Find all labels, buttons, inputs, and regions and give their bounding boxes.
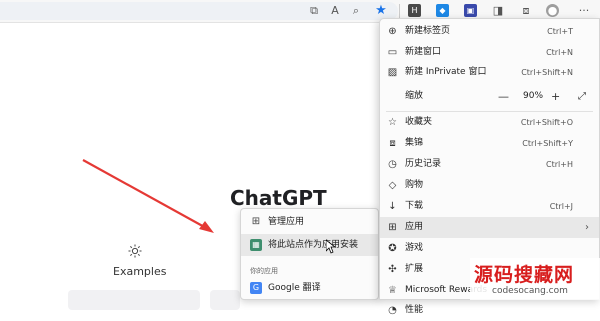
download-icon: ↓ xyxy=(388,201,397,212)
menu-item-apps[interactable]: ⊞ 应用 › xyxy=(380,217,599,238)
apps-grid-icon: ⊞ xyxy=(388,222,397,233)
extensions-puzzle-icon: ✣ xyxy=(388,264,397,275)
menu-item-downloads[interactable]: ↓ 下载 Ctrl+J xyxy=(380,196,599,217)
menu-item-favorites[interactable]: ☆ 收藏夹 Ctrl+Shift+O xyxy=(380,112,599,133)
new-window-icon: ▭ xyxy=(387,47,398,58)
chevron-right-icon: › xyxy=(585,222,589,233)
menu-item-collections[interactable]: ⧈ 集锦 Ctrl+Shift+Y xyxy=(380,133,599,154)
rewards-icon: ♕ xyxy=(388,285,397,296)
fullscreen-icon[interactable]: ⤢ xyxy=(578,86,586,107)
inprivate-icon: ▨ xyxy=(387,67,398,78)
zoom-level: 90% xyxy=(523,91,544,101)
zoom-out-button[interactable]: — xyxy=(498,86,509,107)
app-install-icon: ▦ xyxy=(250,239,262,251)
apps-submenu: ⊞ 管理应用 ▦ 将此站点作为应用安装 你的应用 G Google 翻译 xyxy=(240,208,379,300)
manage-apps-item[interactable]: ⊞ 管理应用 xyxy=(241,211,378,233)
new-tab-icon: ⊕ xyxy=(388,26,397,37)
collections-icon: ⧈ xyxy=(389,138,396,149)
menu-item-new-inprivate[interactable]: ▨ 新建 InPrivate 窗口 Ctrl+Shift+N xyxy=(380,62,599,83)
install-site-as-app-item[interactable]: ▦ 将此站点作为应用安装 xyxy=(241,234,378,256)
watermark-text: 源码搜藏网 xyxy=(474,264,575,286)
games-icon: ✪ xyxy=(388,243,397,254)
favorites-star-icon: ☆ xyxy=(388,117,397,128)
menu-item-new-tab[interactable]: ⊕ 新建标签页 Ctrl+T xyxy=(380,21,599,42)
menu-item-shopping[interactable]: ◇ 购物 xyxy=(380,175,599,196)
your-apps-heading: 你的应用 xyxy=(250,267,278,275)
watermark-url: codesocang.com xyxy=(492,286,568,296)
menu-item-games[interactable]: ✪ 游戏 xyxy=(380,238,599,259)
google-translate-app-item[interactable]: G Google 翻译 xyxy=(241,277,378,299)
history-clock-icon: ◷ xyxy=(388,159,397,170)
grid-icon: ⊞ xyxy=(251,216,261,227)
performance-icon: ◔ xyxy=(388,305,397,316)
menu-item-performance[interactable]: ◔ 性能 xyxy=(380,300,599,321)
menu-item-new-window[interactable]: ▭ 新建窗口 Ctrl+N xyxy=(380,42,599,63)
shopping-tag-icon: ◇ xyxy=(388,180,397,191)
mouse-cursor-icon xyxy=(326,240,336,254)
menu-item-zoom: 缩放 — 90% + ⤢ xyxy=(380,86,599,107)
google-translate-icon: G xyxy=(250,282,262,294)
menu-item-history[interactable]: ◷ 历史记录 Ctrl+H xyxy=(380,154,599,175)
zoom-in-button[interactable]: + xyxy=(551,86,560,107)
